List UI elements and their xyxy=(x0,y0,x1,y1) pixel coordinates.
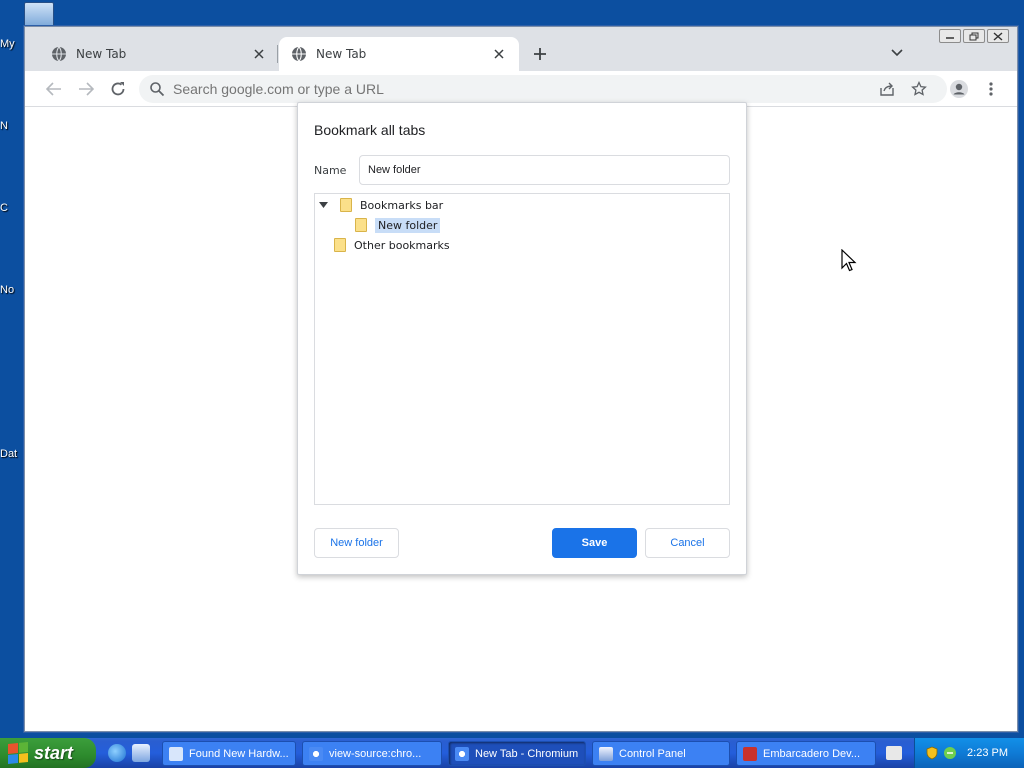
globe-icon xyxy=(292,46,306,62)
task-label: Control Panel xyxy=(619,747,686,760)
avatar-icon xyxy=(950,80,968,98)
tab-separator xyxy=(277,45,278,63)
folder-name-input[interactable] xyxy=(359,155,730,185)
arrow-right-icon xyxy=(79,82,94,96)
taskbar: start Found New Hardw... view-source:chr… xyxy=(0,738,1024,768)
windows-logo-icon xyxy=(8,741,28,765)
minimize-button[interactable] xyxy=(939,29,961,43)
close-window-button[interactable] xyxy=(987,29,1009,43)
new-tab-button[interactable] xyxy=(529,43,551,65)
bookmark-star-button[interactable] xyxy=(908,78,930,100)
tab-title: New Tab xyxy=(316,47,367,61)
tree-item-label: New folder xyxy=(375,217,441,233)
dialog-title: Bookmark all tabs xyxy=(314,122,426,138)
window-icon xyxy=(169,746,183,761)
address-input[interactable] xyxy=(173,81,853,97)
taskbar-item-new-tab-chromium[interactable]: New Tab - Chromium xyxy=(448,741,586,766)
window-controls xyxy=(939,29,1009,43)
close-tab-icon[interactable] xyxy=(491,46,507,62)
omnibox[interactable] xyxy=(139,75,947,103)
folder-icon xyxy=(340,198,352,212)
desktop-label-my[interactable]: My xyxy=(0,38,15,50)
task-label: New Tab - Chromium xyxy=(475,747,579,760)
share-button[interactable] xyxy=(876,78,898,100)
back-button[interactable] xyxy=(43,78,65,100)
plus-icon xyxy=(534,48,546,60)
search-icon xyxy=(150,82,165,97)
folder-tree[interactable]: Bookmarks bar New folder Other bookmarks xyxy=(314,193,730,505)
name-label: Name xyxy=(314,164,347,177)
task-label: view-source:chro... xyxy=(329,747,422,760)
show-desktop-icon[interactable] xyxy=(132,744,150,762)
folder-icon xyxy=(334,238,346,252)
minimize-icon xyxy=(946,37,954,39)
save-button[interactable]: Save xyxy=(552,528,637,558)
forward-button[interactable] xyxy=(75,78,97,100)
control-panel-icon xyxy=(599,746,613,761)
task-label: Embarcadero Dev... xyxy=(763,747,861,760)
reload-button[interactable] xyxy=(107,78,129,100)
keyboard-icon[interactable] xyxy=(886,746,902,760)
mouse-cursor-icon xyxy=(841,249,857,272)
tab-title: New Tab xyxy=(76,47,127,61)
desktop-label-dat[interactable]: Dat xyxy=(0,448,17,460)
arrow-left-icon xyxy=(46,82,61,96)
taskbar-item-embarcadero[interactable]: Embarcadero Dev... xyxy=(736,741,876,766)
desktop-label-no[interactable]: No xyxy=(0,284,14,296)
cancel-button[interactable]: Cancel xyxy=(645,528,730,558)
tree-item-label: Other bookmarks xyxy=(354,238,450,252)
system-tray: 2:23 PM xyxy=(914,738,1024,768)
expand-arrow-icon[interactable] xyxy=(318,200,328,210)
embarcadero-icon xyxy=(743,746,757,761)
desktop-label-c[interactable]: C xyxy=(0,202,8,214)
tab-new-tab-1[interactable]: New Tab xyxy=(39,37,279,71)
chromium-icon xyxy=(309,746,323,761)
close-icon xyxy=(993,31,1003,41)
star-icon xyxy=(911,81,927,96)
network-icon[interactable] xyxy=(943,746,957,760)
new-folder-button[interactable]: New folder xyxy=(314,528,399,558)
task-label: Found New Hardw... xyxy=(189,747,289,760)
taskbar-item-view-source[interactable]: view-source:chro... xyxy=(302,741,442,766)
chromium-icon xyxy=(455,746,469,761)
restore-button[interactable] xyxy=(963,29,985,43)
desktop-label-n[interactable]: N xyxy=(0,120,8,132)
tree-item-label: Bookmarks bar xyxy=(360,198,444,212)
start-button[interactable]: start xyxy=(0,738,96,768)
tab-new-tab-2[interactable]: New Tab xyxy=(279,37,519,71)
share-icon xyxy=(880,82,894,96)
tab-strip: New Tab New Tab xyxy=(25,27,1017,71)
restore-icon xyxy=(969,32,979,40)
tree-item-other-bookmarks[interactable]: Other bookmarks xyxy=(334,236,450,254)
tab-search-button[interactable] xyxy=(887,43,907,63)
taskbar-item-control-panel[interactable]: Control Panel xyxy=(592,741,730,766)
chevron-down-icon xyxy=(891,49,903,57)
security-shield-icon[interactable] xyxy=(925,746,939,760)
bookmark-all-tabs-dialog: Bookmark all tabs Name Bookmarks bar New… xyxy=(297,102,747,575)
start-label: start xyxy=(34,742,74,763)
more-vert-icon xyxy=(989,82,993,96)
profile-button[interactable] xyxy=(948,78,970,100)
menu-button[interactable] xyxy=(980,78,1002,100)
reload-icon xyxy=(111,82,125,96)
close-tab-icon[interactable] xyxy=(251,46,267,62)
my-computer-desktop-icon[interactable] xyxy=(24,2,54,28)
tree-item-new-folder[interactable]: New folder xyxy=(355,216,441,234)
tree-item-bookmarks-bar[interactable]: Bookmarks bar xyxy=(318,196,443,214)
clock[interactable]: 2:23 PM xyxy=(967,747,1008,759)
folder-icon xyxy=(355,218,367,232)
internet-explorer-icon[interactable] xyxy=(108,744,126,762)
taskbar-item-found-new-hardware[interactable]: Found New Hardw... xyxy=(162,741,296,766)
globe-icon xyxy=(52,46,66,62)
